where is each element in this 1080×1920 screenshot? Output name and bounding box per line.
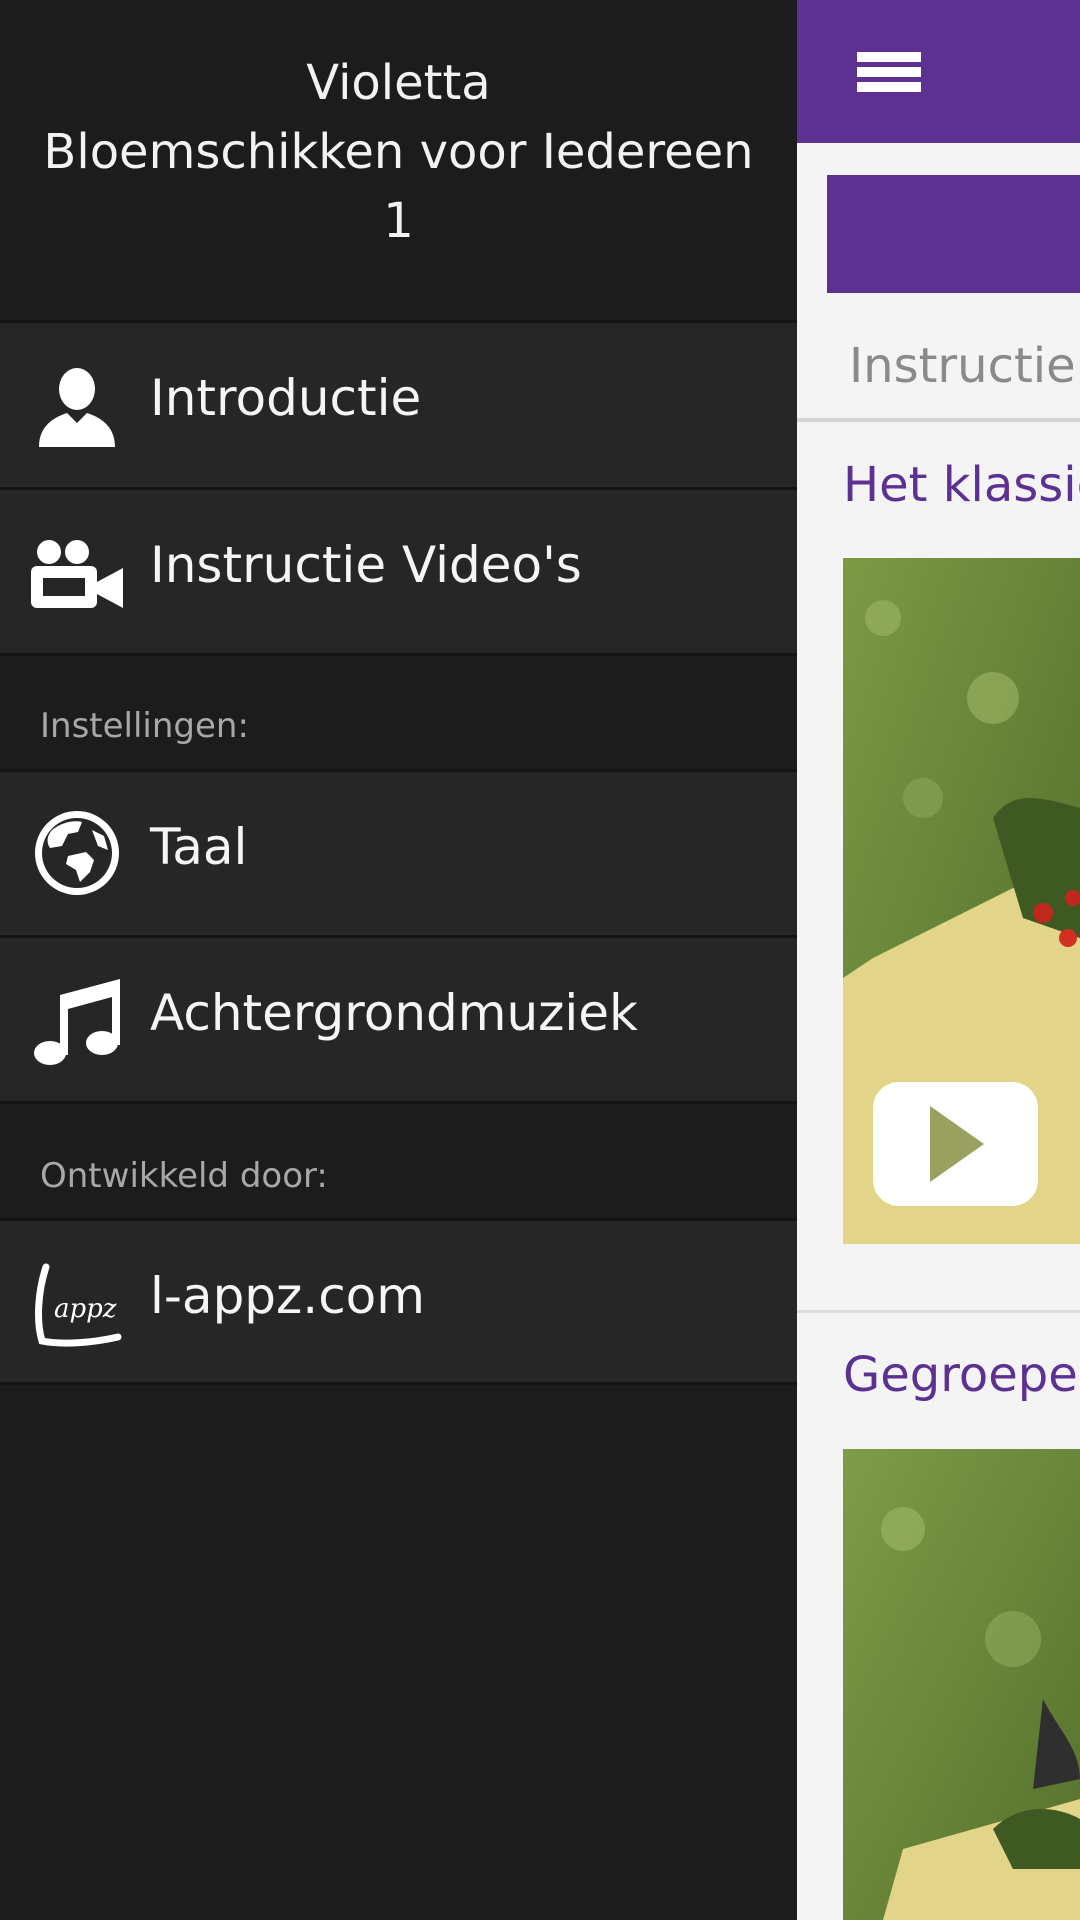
menu-item-label: Instructie Video's: [150, 536, 582, 594]
menu-item-label: Taal: [150, 818, 248, 876]
menu-item-label: Introductie: [150, 369, 422, 427]
person-icon: [30, 358, 124, 452]
menu-item-lappz[interactable]: appz l-appz.com: [0, 1218, 797, 1385]
developed-by-section-label: Ontwikkeld door:: [40, 1156, 328, 1196]
svg-text:appz: appz: [54, 1294, 117, 1324]
play-icon: [929, 1106, 984, 1182]
app-bar: [797, 0, 1080, 143]
play-button[interactable]: [873, 1082, 1038, 1206]
menu-item-instructie-videos[interactable]: Instructie Video's: [0, 487, 797, 656]
settings-section-label: Instellingen:: [40, 706, 249, 746]
video-camera-icon: [30, 527, 124, 621]
menu-item-achtergrondmuziek[interactable]: Achtergrondmuziek: [0, 935, 797, 1104]
card-separator: [797, 1310, 1080, 1313]
video-card-title[interactable]: Gegroepee: [843, 1347, 1080, 1403]
menu-item-label: Achtergrondmuziek: [150, 984, 639, 1042]
navigation-drawer: Violetta Bloemschikken voor Iedereen 1 I…: [0, 0, 797, 1920]
music-note-icon: [30, 974, 124, 1068]
main-content: Instructie Het klassie Gegroepe: [797, 0, 1080, 1920]
tab-underline: [797, 418, 1080, 422]
header-banner: [827, 175, 1080, 293]
hamburger-menu-icon[interactable]: [857, 52, 921, 104]
drawer-header: Violetta Bloemschikken voor Iedereen 1: [0, 0, 797, 320]
video-thumbnail[interactable]: [843, 1449, 1080, 1920]
menu-item-introductie[interactable]: Introductie: [0, 320, 797, 490]
app-title: Violetta Bloemschikken voor Iedereen 1: [43, 54, 754, 249]
menu-item-taal[interactable]: Taal: [0, 769, 797, 938]
lappz-logo: appz: [30, 1257, 124, 1351]
globe-icon: [30, 806, 124, 900]
menu-item-label: l-appz.com: [150, 1267, 425, 1325]
tab-instructie[interactable]: Instructie: [849, 338, 1076, 394]
video-card-title[interactable]: Het klassie: [843, 457, 1080, 513]
